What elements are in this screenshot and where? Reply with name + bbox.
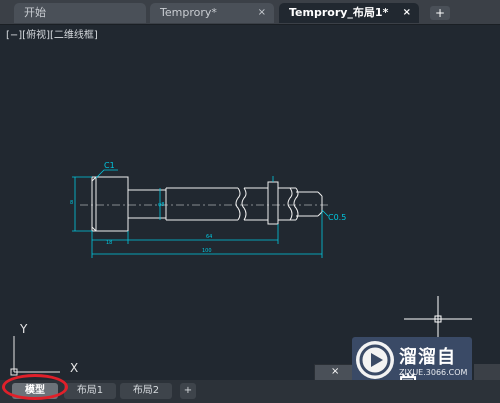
dim-total: 100 [202,248,212,254]
shaft-outline [91,176,323,232]
dim-diameter-a: 8 [70,200,73,206]
chamfer-label: C1 [104,161,115,170]
status-strip [474,364,500,380]
watermark-url: ZIXUE.3066.COM [399,368,468,377]
add-layout-button[interactable]: + [180,383,196,399]
watermark: 溜溜自学 ZIXUE.3066.COM [352,337,472,394]
layout-tab-bar: 模型 布局1 布局2 + [0,380,500,403]
ucs-icon [10,336,60,376]
highlight-annotation [2,374,68,400]
dim-mid: 64 [206,234,212,240]
tab-layout2[interactable]: 布局2 [120,383,172,399]
tab-layout1[interactable]: 布局1 [64,383,116,399]
dim-diameter-b: φ8 [158,202,164,208]
dim-small: 18 [106,240,112,246]
watermark-logo-icon [356,341,394,379]
close-icon[interactable]: × [331,366,339,377]
ucs-x-label: X [70,361,78,375]
ucs-y-label: Y [19,322,28,336]
chamfer-right-label: C0.5 [328,213,346,222]
